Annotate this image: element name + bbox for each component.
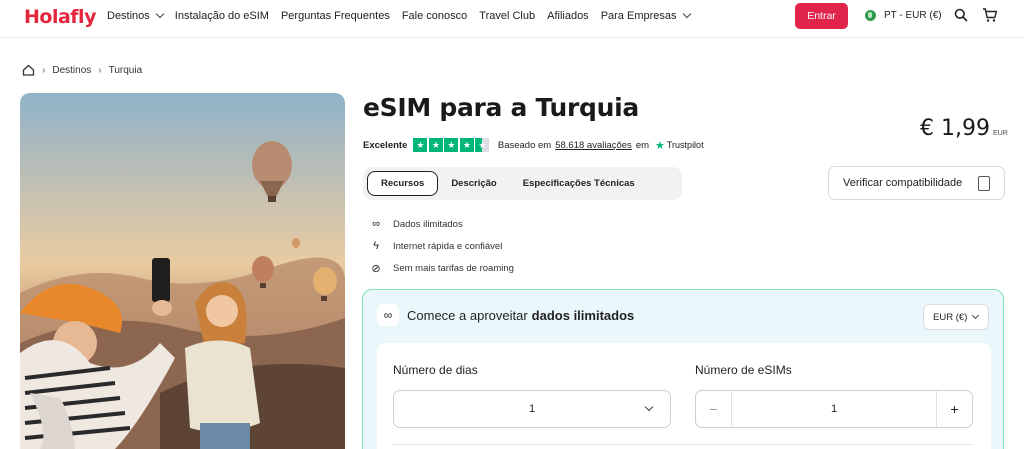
nav-label: Para Empresas xyxy=(600,10,677,22)
feature-label: Dados ilimitados xyxy=(393,218,463,230)
lightning-icon: ϟ xyxy=(373,240,379,252)
plan-heading: ∞ Comece a aproveitar dados ilimitados xyxy=(377,304,634,326)
divider xyxy=(393,444,973,445)
verify-label: Verificar compatibilidade xyxy=(843,177,963,189)
trustpilot-star-icon: ★ xyxy=(655,139,665,152)
hero-image xyxy=(20,93,345,449)
nav-label: Perguntas Frequentes xyxy=(280,10,390,22)
verify-compatibility-button[interactable]: Verificar compatibilidade xyxy=(828,166,1005,200)
holafly-logo[interactable]: Holafly xyxy=(24,6,96,28)
nav-perguntas[interactable]: Perguntas Frequentes xyxy=(281,10,390,22)
chevron-down-icon xyxy=(155,9,165,19)
rating-label: Excelente xyxy=(363,139,408,151)
plan-heading-bold: dados ilimitados xyxy=(531,307,635,323)
days-label: Número de dias xyxy=(393,363,478,377)
balloon-large xyxy=(252,141,292,202)
cart-icon[interactable] xyxy=(982,7,998,23)
feature-item: ∞ Dados ilimitados xyxy=(369,213,514,235)
currency-select[interactable]: EUR (€) xyxy=(923,304,989,330)
chevron-down-icon xyxy=(644,402,654,412)
reviews-link[interactable]: 58.618 avaliações xyxy=(555,140,632,151)
nav-para-empresas[interactable]: Para Empresas xyxy=(600,9,691,22)
reviews-prefix: Baseado em xyxy=(497,139,552,151)
decrement-button[interactable]: − xyxy=(696,391,732,427)
feature-item: ⊘ Sem mais tarifas de roaming xyxy=(369,257,514,279)
home-icon[interactable] xyxy=(22,64,35,76)
feature-label: Sem mais tarifas de roaming xyxy=(393,262,514,274)
plan-heading-prefix: Comece a aproveitar xyxy=(407,307,528,323)
nav-travel-club[interactable]: Travel Club xyxy=(479,10,535,22)
star-icon: ★ xyxy=(428,138,443,152)
days-select[interactable]: 1 xyxy=(393,390,671,428)
globe-icon xyxy=(865,10,876,21)
esims-stepper-value: 1 xyxy=(830,403,838,415)
product-price: € 1,99 EUR xyxy=(920,116,1008,141)
trustpilot-logo[interactable]: ★ Trustpilot xyxy=(655,139,704,152)
feature-label: Internet rápida e confiável xyxy=(393,240,503,252)
esims-stepper: − 1 + xyxy=(695,390,973,428)
esims-label: Número de eSIMs xyxy=(695,363,792,377)
main-nav: Destinos Instalação do eSIM Perguntas Fr… xyxy=(107,9,702,22)
hero-illustration xyxy=(20,141,345,449)
locale-label: PT - EUR (€) xyxy=(884,10,942,21)
feature-list: ∞ Dados ilimitados ϟ Internet rápida e c… xyxy=(369,213,514,279)
rating-stars: ★ ★ ★ ★ ★ xyxy=(413,138,491,152)
reviews-suffix: em xyxy=(635,139,650,151)
star-half-icon: ★ xyxy=(475,138,490,152)
nav-destinos[interactable]: Destinos xyxy=(107,9,165,22)
plan-options-panel: Número de dias Número de eSIMs 1 − 1 + xyxy=(377,343,991,449)
nav-label: Travel Club xyxy=(479,10,536,22)
login-button[interactable]: Entrar xyxy=(795,3,848,29)
plan-card: ∞ Comece a aproveitar dados ilimitados E… xyxy=(362,289,1004,449)
star-icon: ★ xyxy=(444,138,459,152)
nav-label: Instalação do eSIM xyxy=(174,10,269,22)
nav-label: Afiliados xyxy=(547,10,589,22)
star-icon: ★ xyxy=(413,138,428,152)
feature-item: ϟ Internet rápida e confiável xyxy=(369,235,514,257)
nav-afiliados[interactable]: Afiliados xyxy=(547,10,589,22)
breadcrumb-separator: › xyxy=(98,64,102,76)
price-currency: EUR xyxy=(992,130,1008,137)
trustpilot-rating: Excelente ★ ★ ★ ★ ★ Baseado em 58.618 av… xyxy=(363,138,704,152)
breadcrumb-separator: › xyxy=(42,64,46,76)
days-select-value: 1 xyxy=(528,403,536,415)
nav-label: Destinos xyxy=(107,10,150,22)
nav-label: Fale conosco xyxy=(401,10,468,22)
tab-recursos[interactable]: Recursos xyxy=(367,171,439,196)
search-icon[interactable] xyxy=(954,8,968,22)
chevron-down-icon xyxy=(682,9,691,19)
nav-fale-conosco[interactable]: Fale conosco xyxy=(402,10,467,22)
site-header: Holafly Destinos Instalação do eSIM Perg… xyxy=(0,0,1024,38)
product-tabs: Recursos Descrição Especificações Técnic… xyxy=(363,167,682,200)
breadcrumb-destinos[interactable]: Destinos xyxy=(52,65,91,76)
star-icon: ★ xyxy=(459,138,474,152)
tab-especificacoes[interactable]: Especificações Técnicas xyxy=(510,171,648,196)
phone-check-icon xyxy=(978,176,990,191)
locale-selector[interactable]: PT - EUR (€) xyxy=(865,10,942,21)
nav-instalacao[interactable]: Instalação do eSIM xyxy=(175,10,269,22)
trustpilot-label: Trustpilot xyxy=(666,140,704,150)
increment-button[interactable]: + xyxy=(936,391,972,427)
infinity-icon: ∞ xyxy=(377,304,399,326)
price-amount: € 1,99 xyxy=(920,116,990,141)
breadcrumb-turquia: Turquia xyxy=(108,64,143,76)
tab-descricao[interactable]: Descrição xyxy=(438,171,509,196)
currency-select-value: EUR (€) xyxy=(933,311,968,323)
product-title: eSIM para a Turquia xyxy=(363,93,639,122)
breadcrumb: › Destinos › Turquia xyxy=(22,64,142,76)
chevron-down-icon xyxy=(972,311,980,319)
infinity-icon: ∞ xyxy=(372,218,380,230)
no-roaming-icon: ⊘ xyxy=(371,262,381,275)
